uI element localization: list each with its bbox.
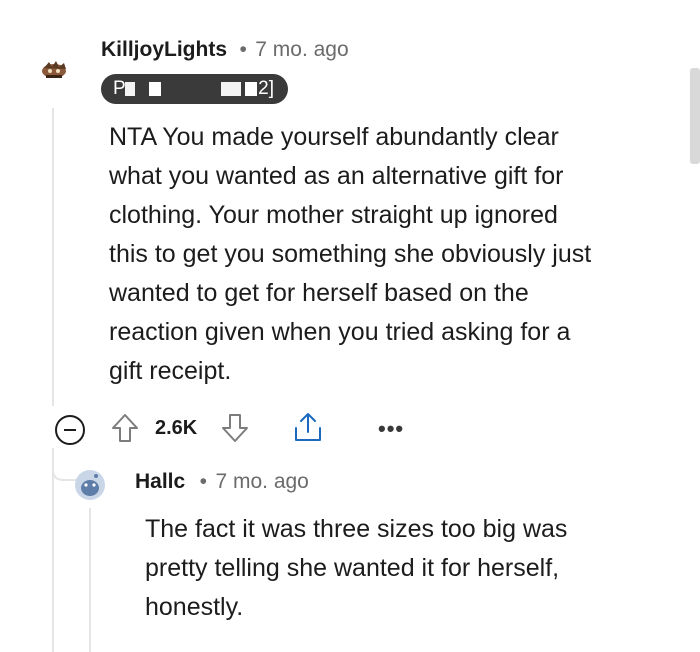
comment-line: reaction given when you tried asking for… — [109, 318, 571, 346]
flair-redaction — [221, 82, 241, 96]
comment-line: NTA You made yourself abundantly clear — [109, 123, 559, 151]
collapse-button[interactable] — [54, 414, 86, 446]
upvote-arrow-icon — [112, 414, 138, 442]
comment-line: clothing. Your mother straight up ignore… — [109, 201, 558, 229]
flair-text-start: P — [113, 78, 126, 99]
downvote-arrow-icon — [222, 414, 248, 442]
meta-separator: • — [239, 38, 247, 61]
scrollbar-thumb[interactable] — [690, 68, 700, 164]
thread-line-main — [52, 108, 54, 406]
share-icon — [295, 413, 321, 441]
flair-redaction — [149, 82, 161, 96]
reply-avatar[interactable] — [74, 469, 106, 501]
flair-redaction — [125, 82, 135, 96]
comment-line: gift receipt. — [109, 357, 232, 385]
vote-score: 2.6K — [155, 417, 198, 439]
reply-line: pretty telling she wanted it for herself… — [145, 554, 560, 582]
share-button[interactable] — [292, 410, 324, 444]
comment-line: what you wanted as an alternative gift f… — [109, 162, 564, 190]
user-flair: P 2] — [101, 74, 288, 104]
downvote-button[interactable] — [220, 411, 250, 445]
thread-line-reply — [89, 508, 91, 652]
upvote-button[interactable] — [110, 411, 140, 445]
comment-line: this to get you something she obviously … — [109, 240, 592, 268]
reply-body: The fact it was three sizes too big was … — [145, 510, 675, 627]
avatar-snoo-icon — [42, 61, 66, 78]
user-avatar[interactable] — [40, 56, 70, 82]
reply-line: The fact it was three sizes too big was — [145, 515, 568, 543]
comment-body: NTA You made yourself abundantly clear w… — [109, 118, 679, 391]
comment-line: wanted to get for herself based on the — [109, 279, 529, 307]
collapse-icon — [55, 415, 85, 445]
comment-timestamp: 7 mo. ago — [255, 38, 349, 61]
reply-username[interactable]: Hallc — [135, 470, 185, 493]
more-options-button[interactable]: ••• — [378, 416, 404, 442]
avatar-snoo-icon — [75, 470, 105, 500]
comment-username[interactable]: KilljoyLights — [101, 38, 227, 61]
reply-timestamp: 7 mo. ago — [215, 470, 309, 493]
flair-redaction — [245, 82, 257, 96]
meta-separator: • — [199, 470, 208, 493]
flair-text-end: 2] — [258, 78, 274, 99]
reply-line: honestly. — [145, 593, 244, 621]
